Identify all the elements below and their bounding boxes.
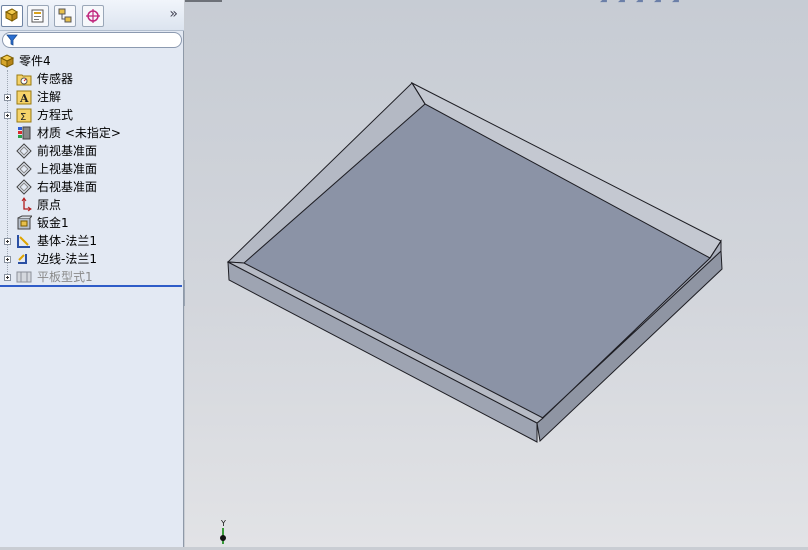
sheet-metal-icon xyxy=(17,215,32,230)
tree-item-label: 平板型式1 xyxy=(37,270,93,284)
tree-item-label: 钣金1 xyxy=(37,216,69,230)
filter-icon xyxy=(6,34,18,46)
plane-icon xyxy=(16,143,32,159)
expand-base-flange-toggle[interactable] xyxy=(4,238,11,245)
tree-item-label: 上视基准面 xyxy=(37,162,98,176)
plane-icon xyxy=(16,179,32,195)
tab-dimxpert-manager[interactable] xyxy=(82,5,104,27)
panel-tab-bar: » xyxy=(0,0,184,31)
material-icon xyxy=(18,126,31,140)
sheet-metal-tray-model[interactable] xyxy=(185,0,808,547)
graphics-area[interactable]: ◢ ◢ ◢ ◢ ◢ Y Y xyxy=(185,0,808,547)
collapse-panel-button[interactable]: » xyxy=(169,7,178,21)
configuration-manager-icon xyxy=(58,8,72,23)
feature-tree-icon xyxy=(4,8,18,22)
flat-pattern-icon xyxy=(16,271,32,283)
tree-item-label: 原点 xyxy=(37,198,62,212)
svg-text:Σ: Σ xyxy=(20,112,26,123)
plane-icon xyxy=(16,161,32,177)
tree-item-label: 零件4 xyxy=(19,54,51,68)
tree-item-label: 材质 <未指定> xyxy=(37,126,121,140)
tree-connector-line xyxy=(7,70,8,280)
feature-filter[interactable] xyxy=(2,32,182,48)
svg-text:Y: Y xyxy=(220,519,226,528)
rollback-bar[interactable] xyxy=(0,285,182,287)
base-flange-icon xyxy=(17,235,30,248)
tree-item-label: 方程式 xyxy=(37,108,74,122)
sensor-folder-icon xyxy=(16,74,32,86)
svg-text:A: A xyxy=(19,92,29,105)
edge-flange-icon xyxy=(18,254,27,264)
tab-configuration-manager[interactable] xyxy=(54,5,76,27)
origin-icon xyxy=(21,197,32,212)
tree-item-label: 基体-法兰1 xyxy=(37,234,97,248)
tray-floor-face xyxy=(243,103,711,419)
dimxpert-icon xyxy=(86,9,100,23)
tab-property-manager[interactable] xyxy=(27,5,49,27)
expand-equations-toggle[interactable] xyxy=(4,112,11,119)
tree-item-label: 右视基准面 xyxy=(37,180,98,194)
tree-item-label: 注解 xyxy=(37,90,62,104)
tree-item-label: 前视基准面 xyxy=(37,144,98,158)
equations-folder-icon: Σ xyxy=(16,108,32,123)
filter-input[interactable] xyxy=(19,33,179,47)
expand-annotations-toggle[interactable] xyxy=(4,94,11,101)
property-manager-icon xyxy=(31,9,44,23)
reference-triad: Y Y xyxy=(213,518,233,550)
expand-edge-flange-toggle[interactable] xyxy=(4,256,11,263)
tree-item-label: 边线-法兰1 xyxy=(37,252,97,266)
tab-feature-manager[interactable] xyxy=(1,5,23,27)
annotations-icon: A xyxy=(16,90,32,105)
tree-item-label: 传感器 xyxy=(37,72,74,86)
expand-flat-pattern-toggle[interactable] xyxy=(4,274,11,281)
feature-manager-panel: » 零件4 传感器 A 注解 Σ 方程式 材质 <未指定> 前视基准面 上视基准… xyxy=(0,0,184,547)
part-icon xyxy=(0,54,15,68)
